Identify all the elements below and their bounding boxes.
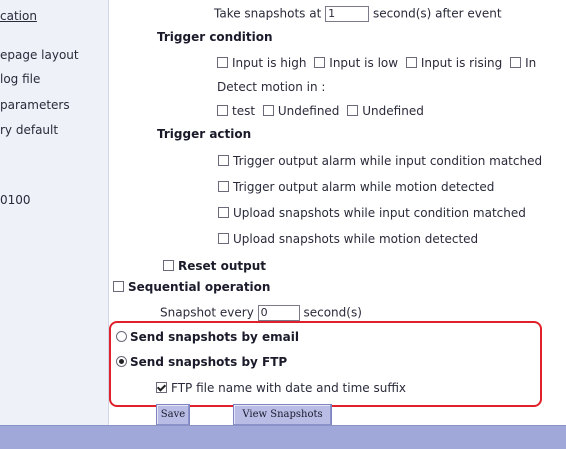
motion-window-row: test Undefined Undefined (217, 104, 424, 118)
input-falling-label: In (525, 56, 537, 70)
send-email-row: Send snapshots by email (116, 330, 299, 344)
input-high-label: Input is high (232, 56, 307, 70)
detect-motion-label: Detect motion in : (217, 80, 326, 94)
input-low-checkbox[interactable] (314, 57, 326, 68)
sidebar: cation epage layout log file parameters … (0, 0, 109, 425)
snapshot-interval-input[interactable]: 0 (257, 305, 300, 321)
send-ftp-label: Send snapshots by FTP (130, 355, 288, 369)
motion-undefined-1-label: Undefined (277, 104, 340, 118)
sequential-row: Sequential operation (113, 280, 270, 294)
sidebar-item-factory-default[interactable]: ry default (0, 123, 58, 137)
snapshot-delay-input[interactable]: 1 (325, 6, 370, 22)
input-low-label: Input is low (329, 56, 399, 70)
alarm-input-label: Trigger output alarm while input conditi… (233, 154, 543, 168)
input-rising-checkbox[interactable] (405, 57, 417, 68)
upload-input-checkbox[interactable] (218, 207, 229, 218)
upload-input-label: Upload snapshots while input condition m… (233, 206, 526, 220)
reset-output-row: Reset output (163, 259, 266, 273)
snapshot-interval-prefix: Snapshot every (160, 305, 254, 320)
motion-test-label: test (232, 104, 256, 118)
snapshot-delay-prefix: Take snapshots at (214, 6, 322, 21)
ftp-suffix-checkbox[interactable] (156, 382, 167, 393)
sidebar-item-application[interactable]: cation (0, 9, 37, 23)
motion-undefined-1-checkbox[interactable] (262, 105, 274, 116)
view-snapshots-button[interactable]: View Snapshots (233, 404, 332, 426)
sequential-checkbox[interactable] (113, 281, 124, 292)
action-row-1: Trigger output alarm while input conditi… (218, 154, 542, 168)
input-rising-label: Input is rising (420, 56, 503, 70)
alarm-motion-label: Trigger output alarm while motion detect… (233, 180, 495, 194)
alarm-input-checkbox[interactable] (218, 155, 229, 166)
input-falling-checkbox[interactable] (510, 57, 522, 68)
snapshot-delay-suffix: second(s) after event (372, 6, 502, 21)
send-email-label: Send snapshots by email (130, 330, 300, 344)
action-row-3: Upload snapshots while input condition m… (218, 206, 526, 220)
motion-undefined-2-checkbox[interactable] (347, 105, 359, 116)
sequential-label: Sequential operation (128, 280, 271, 294)
reset-output-checkbox[interactable] (163, 260, 174, 271)
sidebar-item-homepage-layout[interactable]: epage layout (0, 48, 79, 62)
send-ftp-row: Send snapshots by FTP (116, 355, 287, 369)
save-button[interactable]: Save (156, 404, 190, 426)
upload-motion-label: Upload snapshots while motion detected (233, 232, 479, 246)
alarm-motion-checkbox[interactable] (218, 181, 229, 192)
snapshot-interval-row: Snapshot every 0 second(s) (160, 305, 362, 321)
input-high-checkbox[interactable] (217, 57, 228, 68)
snapshot-delay-row: Take snapshots at 1 second(s) after even… (214, 6, 502, 22)
bottom-bar (0, 425, 566, 449)
trigger-action-heading: Trigger action (157, 127, 252, 141)
upload-motion-checkbox[interactable] (218, 233, 229, 244)
sidebar-version: 0100 (0, 193, 31, 207)
motion-undefined-2-label: Undefined (362, 104, 424, 118)
action-row-4: Upload snapshots while motion detected (218, 232, 478, 246)
motion-test-checkbox[interactable] (217, 105, 228, 116)
sidebar-item-log-file[interactable]: log file (0, 72, 40, 86)
ftp-suffix-row: FTP file name with date and time suffix (156, 381, 406, 395)
trigger-input-row: Input is high Input is low Input is risi… (217, 56, 536, 70)
ftp-suffix-label: FTP file name with date and time suffix (171, 381, 407, 395)
sidebar-item-parameters[interactable]: parameters (0, 98, 70, 112)
snapshot-interval-suffix: second(s) (303, 305, 362, 320)
send-email-radio[interactable] (116, 331, 127, 342)
send-ftp-radio[interactable] (116, 356, 127, 367)
action-row-2: Trigger output alarm while motion detect… (218, 180, 494, 194)
trigger-condition-heading: Trigger condition (157, 30, 273, 44)
reset-output-label: Reset output (178, 259, 266, 273)
